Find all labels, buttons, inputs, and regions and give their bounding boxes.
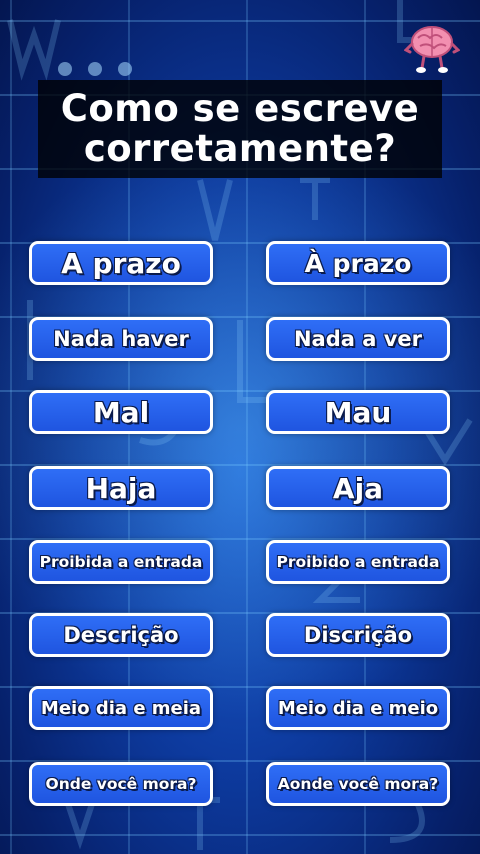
dot [118,62,132,76]
answer-option-left-3[interactable]: Mal [29,390,213,434]
answer-option-right-6[interactable]: Discrição [266,613,450,657]
answer-option-right-4[interactable]: Aja [266,466,450,510]
dot [58,62,72,76]
decorative-dots [58,62,132,76]
answer-option-left-7[interactable]: Meio dia e meia [29,686,213,730]
question-title-line-1: Como se escreve [60,87,420,130]
question-title-box: Como se escreve corretamente? [38,80,442,178]
answer-option-left-4[interactable]: Haja [29,466,213,510]
answer-option-left-2[interactable]: Nada haver [29,317,213,361]
answer-option-right-7[interactable]: Meio dia e meio [266,686,450,730]
answer-option-left-5[interactable]: Proibida a entrada [29,540,213,584]
answer-option-right-1[interactable]: À prazo [266,241,450,285]
answer-option-left-6[interactable]: Descrição [29,613,213,657]
brain-mascot-icon [404,26,460,73]
answer-option-right-2[interactable]: Nada a ver [266,317,450,361]
dot [88,62,102,76]
answer-option-right-8[interactable]: Aonde você mora? [266,762,450,806]
answer-option-right-3[interactable]: Mau [266,390,450,434]
question-title-line-2: corretamente? [83,127,397,170]
answer-option-left-1[interactable]: A prazo [29,241,213,285]
answer-option-right-5[interactable]: Proibido a entrada [266,540,450,584]
answer-option-left-8[interactable]: Onde você mora? [29,762,213,806]
